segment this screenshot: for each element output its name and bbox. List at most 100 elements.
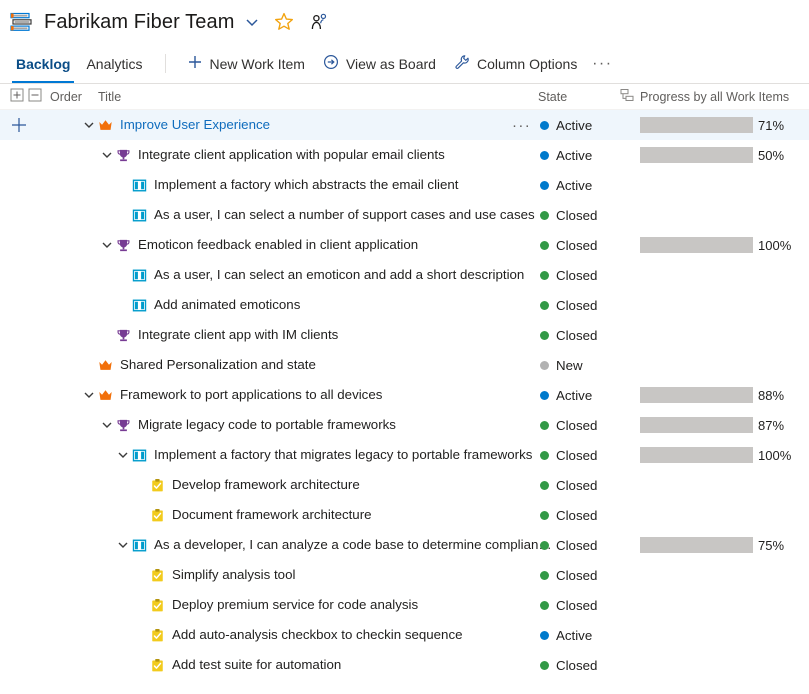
backlog-row[interactable]: Develop framework architecture Closed (0, 470, 809, 500)
expand-all-icon[interactable] (10, 88, 24, 105)
backlog-row[interactable]: As a user, I can select a number of supp… (0, 200, 809, 230)
backlog-row[interactable]: Implement a factory which abstracts the … (0, 170, 809, 200)
row-title-cell[interactable]: As a developer, I can analyze a code bas… (116, 530, 552, 560)
chevron-down-icon[interactable] (244, 14, 260, 30)
backlog-row[interactable]: Integrate client app with IM clientsClos… (0, 320, 809, 350)
backlog-row[interactable]: Document framework architectureClosed (0, 500, 809, 530)
column-header-progress-label: Progress by all Work Items (640, 90, 789, 104)
row-title-cell[interactable]: Implement a factory that migrates legacy… (116, 440, 532, 470)
chevron-down-icon[interactable] (116, 448, 130, 462)
row-state-cell: Closed (540, 230, 597, 260)
row-title-cell[interactable]: Add auto-analysis checkbox to checkin se… (134, 620, 463, 650)
row-title-text[interactable]: Integrate client app with IM clients (138, 328, 338, 341)
add-work-item-icon[interactable] (10, 110, 28, 140)
column-header-state[interactable]: State (538, 90, 567, 104)
row-progress-cell: 87% (640, 410, 784, 440)
grid-column-header: Order Title State Progress by all Work I… (0, 84, 809, 110)
row-title-text[interactable]: Implement a factory which abstracts the … (154, 178, 458, 191)
backlog-row[interactable]: Add test suite for automationClosed (0, 650, 809, 680)
feature-icon (116, 418, 131, 433)
row-state-label: Active (556, 628, 592, 643)
backlog-row[interactable]: Emoticon feedback enabled in client appl… (0, 230, 809, 260)
row-title-cell[interactable]: Shared Personalization and state (82, 350, 316, 380)
chevron-down-icon[interactable] (116, 538, 130, 552)
state-dot-icon (540, 481, 549, 490)
row-title-text[interactable]: Simplify analysis tool (172, 568, 295, 581)
backlog-row[interactable]: Implement a factory that migrates legacy… (0, 440, 809, 470)
chevron-down-icon[interactable] (82, 118, 96, 132)
row-state-label: Closed (556, 238, 597, 253)
row-title-cell[interactable]: As a user, I can select an emoticon and … (116, 260, 524, 290)
state-dot-icon (540, 181, 549, 190)
backlog-row[interactable]: Simplify analysis toolClosed (0, 560, 809, 590)
backlog-row[interactable]: Add auto-analysis checkbox to checkin se… (0, 620, 809, 650)
row-title-cell[interactable]: Framework to port applications to all de… (82, 380, 382, 410)
row-title-cell[interactable]: Simplify analysis tool (134, 560, 295, 590)
column-header-order[interactable]: Order (50, 90, 82, 104)
row-title-text[interactable]: Implement a factory that migrates legacy… (154, 448, 532, 461)
row-title-text[interactable]: Develop framework architecture (172, 478, 360, 491)
row-title-text[interactable]: Improve User Experience (120, 118, 270, 131)
row-title-cell[interactable]: Integrate client application with popula… (100, 140, 445, 170)
row-title-cell[interactable]: Implement a factory which abstracts the … (116, 170, 458, 200)
row-title-text[interactable]: Shared Personalization and state (120, 358, 316, 371)
backlog-row[interactable]: Integrate client application with popula… (0, 140, 809, 170)
row-title-text[interactable]: Emoticon feedback enabled in client appl… (138, 238, 418, 251)
tab-backlog-label: Backlog (16, 56, 70, 72)
backlog-row[interactable]: Migrate legacy code to portable framewor… (0, 410, 809, 440)
backlog-row[interactable]: Shared Personalization and stateNew (0, 350, 809, 380)
team-members-icon[interactable] (310, 13, 328, 31)
tab-analytics[interactable]: Analytics (78, 44, 150, 83)
chevron-down-icon[interactable] (82, 388, 96, 402)
row-title-text[interactable]: Migrate legacy code to portable framewor… (138, 418, 396, 431)
row-title-text[interactable]: Add auto-analysis checkbox to checkin se… (172, 628, 463, 641)
row-title-cell[interactable]: Document framework architecture (134, 500, 372, 530)
arrow-circle-right-icon (323, 54, 339, 73)
state-dot-icon (540, 601, 549, 610)
row-title-text[interactable]: Add animated emoticons (154, 298, 300, 311)
row-title-cell[interactable]: Add animated emoticons (116, 290, 300, 320)
row-title-cell[interactable]: Add test suite for automation (134, 650, 341, 680)
row-title-cell[interactable]: Deploy premium service for code analysis (134, 590, 418, 620)
row-title-text[interactable]: As a user, I can select a number of supp… (154, 208, 535, 221)
row-title-text[interactable]: Framework to port applications to all de… (120, 388, 382, 401)
column-options-button[interactable]: Column Options (445, 44, 586, 83)
state-dot-icon (540, 301, 549, 310)
row-title-text[interactable]: As a user, I can select an emoticon and … (154, 268, 524, 281)
collapse-all-icon[interactable] (28, 88, 42, 105)
row-title-text[interactable]: Add test suite for automation (172, 658, 341, 671)
chevron-down-icon[interactable] (100, 238, 114, 252)
row-state-cell: Closed (540, 470, 597, 500)
hierarchy-icon (620, 88, 634, 105)
backlog-row[interactable]: As a user, I can select an emoticon and … (0, 260, 809, 290)
toolbar-more-button[interactable]: ··· (586, 44, 618, 83)
row-state-cell: Closed (540, 290, 597, 320)
row-title-cell[interactable]: Integrate client app with IM clients (100, 320, 338, 350)
star-icon[interactable] (274, 12, 294, 32)
row-title-text[interactable]: As a developer, I can analyze a code bas… (154, 538, 552, 551)
chevron-down-icon[interactable] (100, 418, 114, 432)
backlog-row[interactable]: As a developer, I can analyze a code bas… (0, 530, 809, 560)
row-title-cell[interactable]: As a user, I can select a number of supp… (116, 200, 535, 230)
row-title-cell[interactable]: Develop framework architecture (134, 470, 360, 500)
row-state-cell: Active (540, 620, 592, 650)
column-header-title[interactable]: Title (98, 90, 121, 104)
row-title-cell[interactable]: Emoticon feedback enabled in client appl… (100, 230, 418, 260)
row-title-text[interactable]: Integrate client application with popula… (138, 148, 445, 161)
row-title-cell[interactable]: Migrate legacy code to portable framewor… (100, 410, 396, 440)
row-title-text[interactable]: Deploy premium service for code analysis (172, 598, 418, 611)
column-header-progress[interactable]: Progress by all Work Items (620, 88, 789, 105)
backlog-row[interactable]: Improve User Experience···Active71% (0, 110, 809, 140)
plus-icon (187, 54, 203, 73)
row-title-text[interactable]: Document framework architecture (172, 508, 372, 521)
tab-backlog[interactable]: Backlog (8, 44, 78, 83)
backlog-row[interactable]: Add animated emoticons Closed (0, 290, 809, 320)
new-work-item-button[interactable]: New Work Item (178, 44, 314, 83)
row-context-menu-button[interactable]: ··· (512, 110, 531, 140)
progress-bar (640, 417, 753, 433)
backlog-row[interactable]: Deploy premium service for code analysis… (0, 590, 809, 620)
chevron-down-icon[interactable] (100, 148, 114, 162)
view-as-board-button[interactable]: View as Board (314, 44, 445, 83)
backlog-row[interactable]: Framework to port applications to all de… (0, 380, 809, 410)
row-title-cell[interactable]: Improve User Experience (82, 110, 270, 140)
